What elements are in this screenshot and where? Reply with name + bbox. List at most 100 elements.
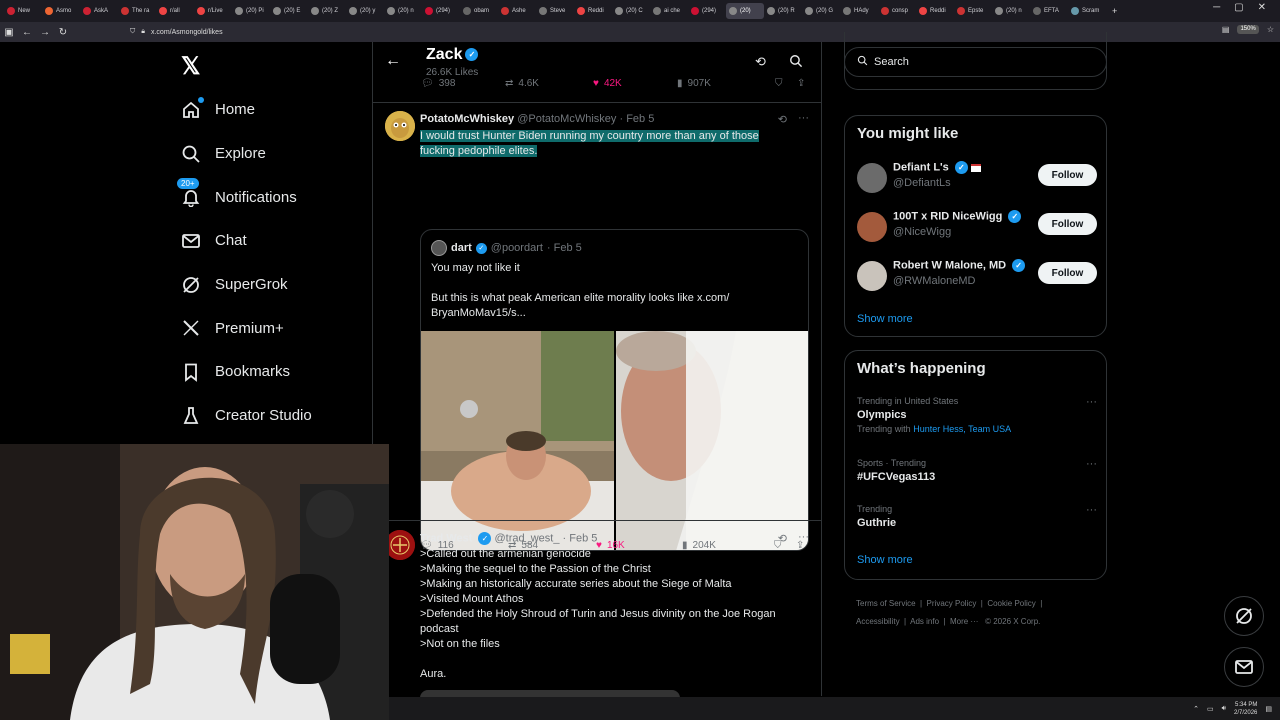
browser-tab[interactable]: (294) xyxy=(688,3,726,19)
tweet-date[interactable]: · Feb 5 xyxy=(563,532,598,544)
notification-icon[interactable]: ▤ xyxy=(1265,705,1272,713)
browser-tab[interactable]: Reddi xyxy=(916,3,954,19)
browser-tab[interactable]: HAdy xyxy=(840,3,878,19)
views-button[interactable]: ▮ 907K xyxy=(677,78,775,89)
forward-icon[interactable]: → xyxy=(36,27,54,38)
nav-item-supergrok[interactable]: SuperGrok xyxy=(175,263,370,307)
show-more-link[interactable]: Show more xyxy=(857,313,913,325)
browser-tab[interactable]: Scram xyxy=(1068,3,1106,19)
tray-chevron-icon[interactable]: ⌃ xyxy=(1193,705,1199,713)
suggest-user[interactable]: Robert W Malone, MD ✓ @RWMaloneMD Follow xyxy=(857,259,1097,295)
footer-link[interactable]: Accessibility xyxy=(856,617,900,626)
maximize-icon[interactable]: ▢ xyxy=(1234,2,1243,13)
search-icon[interactable] xyxy=(789,54,803,71)
nav-item-chat[interactable]: Chat xyxy=(175,219,370,263)
footer-link[interactable]: Ads info xyxy=(910,617,939,626)
browser-tab[interactable]: Asmo xyxy=(42,3,80,19)
browser-tab[interactable]: obam xyxy=(460,3,498,19)
quote-image-left[interactable] xyxy=(421,331,614,550)
avatar[interactable] xyxy=(857,212,887,242)
browser-tab[interactable]: (20) C xyxy=(612,3,650,19)
browser-tab[interactable]: (20) Pi xyxy=(232,3,270,19)
browser-tab[interactable]: (20) n xyxy=(992,3,1030,19)
browser-tab[interactable]: (20) Z xyxy=(308,3,346,19)
browser-tab[interactable]: consp xyxy=(878,3,916,19)
avatar[interactable] xyxy=(385,111,415,141)
author-handle[interactable]: @trad_west_ xyxy=(495,532,560,544)
zoom-badge[interactable]: 150% xyxy=(1237,25,1259,34)
footer-link[interactable]: Cookie Policy xyxy=(987,599,1035,608)
share-icon[interactable]: ⇪ xyxy=(797,78,805,89)
more-icon[interactable]: ··· xyxy=(798,531,809,543)
browser-tab[interactable]: The ra xyxy=(118,3,156,19)
grok-icon[interactable]: ⟲ xyxy=(778,532,787,545)
repost-button[interactable]: ⇄ 4.6K xyxy=(505,78,593,89)
trend-item[interactable]: Trending in United States Olympics Trend… xyxy=(857,396,1097,434)
follow-button[interactable]: Follow xyxy=(1038,262,1097,284)
nav-item-bookmarks[interactable]: Bookmarks xyxy=(175,350,370,394)
avatar[interactable] xyxy=(857,261,887,291)
more-icon[interactable]: ··· xyxy=(1086,458,1097,470)
browser-tab[interactable]: r/all xyxy=(156,3,194,19)
browser-tab[interactable]: (20) xyxy=(726,3,764,19)
bookmark-icon[interactable]: ⛉ xyxy=(775,78,797,89)
tweet-media-preview[interactable] xyxy=(420,690,680,697)
x-logo-icon[interactable]: 𝕏 xyxy=(181,51,213,83)
browser-tab[interactable]: AskA xyxy=(80,3,118,19)
grok-fab-button[interactable] xyxy=(1224,596,1264,636)
reader-icon[interactable]: ▤ xyxy=(1222,25,1230,34)
quote-image-right[interactable] xyxy=(616,331,808,550)
reply-button[interactable]: 💬︎ 398 xyxy=(421,78,505,89)
trend-item[interactable]: Sports · Trending #UFCVegas113 ··· xyxy=(857,458,1097,483)
author-name[interactable]: Trad West xyxy=(420,532,472,544)
quoted-tweet[interactable]: dart ✓ @poordart · Feb 5 You may not lik… xyxy=(420,229,809,551)
sidebar-toggle-icon[interactable]: ▣ xyxy=(0,27,18,38)
more-icon[interactable]: ··· xyxy=(1086,504,1097,516)
clock[interactable]: 5:34 PM 2/7/2026 xyxy=(1234,701,1257,717)
footer-link[interactable]: Terms of Service xyxy=(856,599,916,608)
browser-tab[interactable]: Epste xyxy=(954,3,992,19)
footer-link[interactable]: Privacy Policy xyxy=(927,599,977,608)
nav-item-creator-studio[interactable]: Creator Studio xyxy=(175,394,370,438)
nav-item-notifications[interactable]: 20+ Notifications xyxy=(175,175,370,219)
reload-icon[interactable]: ↻ xyxy=(54,27,72,38)
nav-item-home[interactable]: Home xyxy=(175,88,370,132)
grok-icon[interactable]: ⟲ xyxy=(778,113,787,126)
browser-tab[interactable]: Ashe xyxy=(498,3,536,19)
follow-button[interactable]: Follow xyxy=(1038,164,1097,186)
new-tab-icon[interactable]: + xyxy=(1112,6,1117,16)
browser-tab[interactable]: Reddi xyxy=(574,3,612,19)
browser-tab[interactable]: r/Live xyxy=(194,3,232,19)
search-input[interactable]: Search xyxy=(844,47,1107,77)
follow-button[interactable]: Follow xyxy=(1038,213,1097,235)
trend-link[interactable]: Hunter Hess, Team USA xyxy=(913,424,1011,434)
minimize-icon[interactable]: ─ xyxy=(1213,2,1220,13)
display-icon[interactable]: ▭ xyxy=(1207,705,1214,713)
messages-fab-button[interactable] xyxy=(1224,647,1264,687)
browser-tab[interactable]: EFTA xyxy=(1030,3,1068,19)
grok-icon[interactable]: ⟲ xyxy=(755,54,766,70)
speaker-icon[interactable]: 🔊︎ xyxy=(1222,705,1226,713)
author-handle[interactable]: @PotatoMcWhiskey xyxy=(517,113,616,125)
show-more-link[interactable]: Show more xyxy=(857,554,913,566)
suggest-user[interactable]: Defiant L's ✓ @DefiantLs Follow xyxy=(857,161,1097,197)
browser-tab[interactable]: (20) y xyxy=(346,3,384,19)
browser-tab[interactable]: (20) R xyxy=(764,3,802,19)
browser-tab[interactable]: (20) n xyxy=(384,3,422,19)
browser-tab[interactable]: (20) G xyxy=(802,3,840,19)
browser-tab[interactable]: (294) xyxy=(422,3,460,19)
like-button[interactable]: ♥ 42K xyxy=(593,78,677,89)
close-icon[interactable]: ✕ xyxy=(1258,2,1266,13)
star-icon[interactable]: ☆ xyxy=(1267,25,1274,34)
browser-tab[interactable]: ai che xyxy=(650,3,688,19)
trend-item[interactable]: Trending Guthrie ··· xyxy=(857,504,1097,529)
browser-tab[interactable]: Steve xyxy=(536,3,574,19)
suggest-user[interactable]: 100T x RID NiceWigg ✓ @NiceWigg Follow xyxy=(857,210,1097,246)
more-icon[interactable]: ··· xyxy=(798,112,809,124)
browser-tab[interactable]: New xyxy=(4,3,42,19)
nav-item-premium[interactable]: Premium+ xyxy=(175,306,370,350)
avatar[interactable] xyxy=(385,530,415,560)
back-arrow-icon[interactable]: ← xyxy=(385,52,401,70)
browser-tab[interactable]: (20) E xyxy=(270,3,308,19)
author-name[interactable]: PotatoMcWhiskey xyxy=(420,113,514,125)
